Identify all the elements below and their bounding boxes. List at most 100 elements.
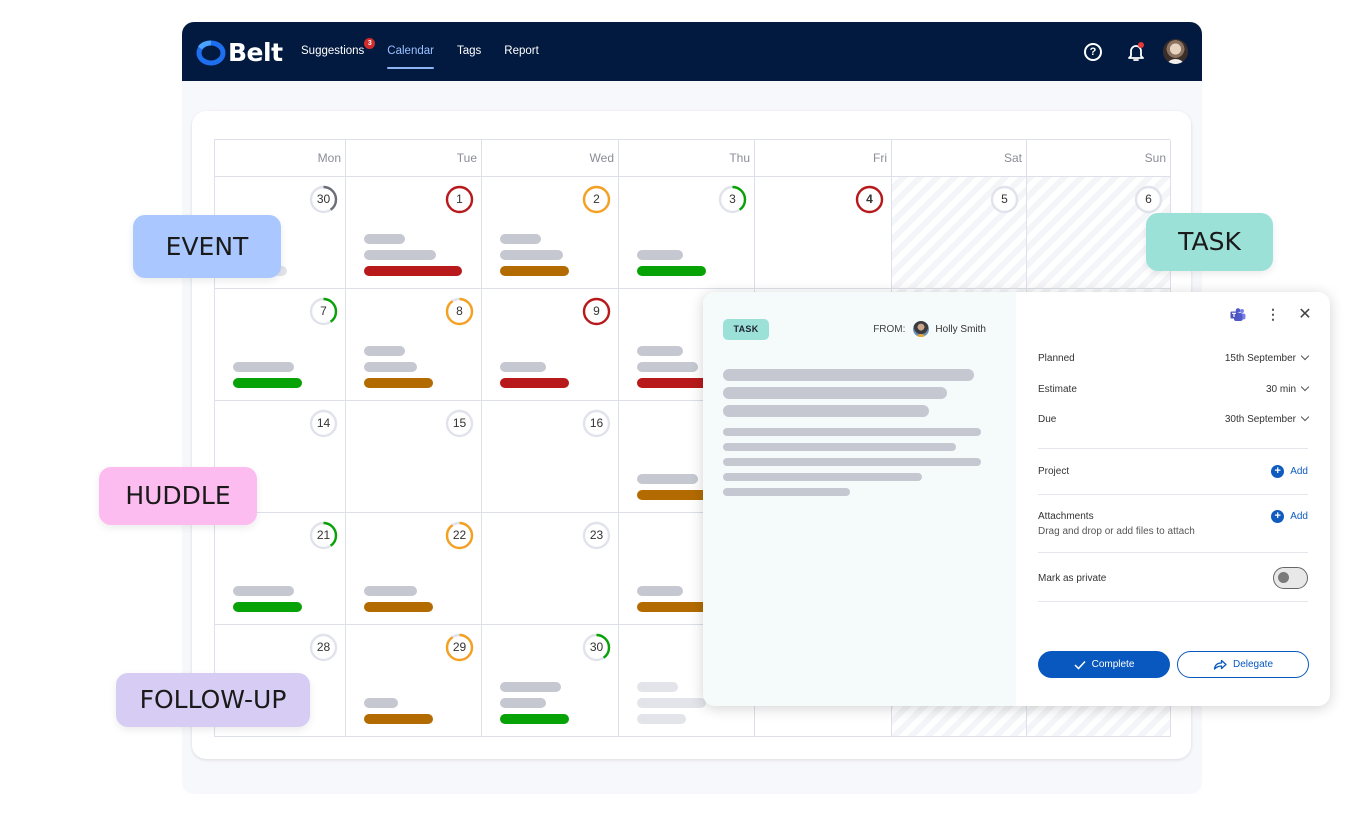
- event-bar[interactable]: [500, 234, 541, 244]
- day-progress-ring: 29: [445, 633, 474, 662]
- nav-calendar[interactable]: Calendar: [387, 22, 434, 81]
- day-progress-ring: 4: [855, 185, 884, 214]
- add-attachment-button[interactable]: + Add: [1271, 509, 1308, 523]
- calendar-day-cell[interactable]: 30: [482, 625, 619, 737]
- day-progress-ring: 5: [990, 185, 1019, 214]
- calendar-day-cell[interactable]: 7: [215, 289, 346, 401]
- event-bar[interactable]: [637, 362, 699, 372]
- calendar-day-cell[interactable]: 2: [482, 177, 619, 289]
- close-icon[interactable]: ✕: [1298, 307, 1312, 323]
- event-bar[interactable]: [364, 346, 405, 356]
- event-bar[interactable]: [500, 250, 563, 260]
- calendar-day-cell[interactable]: 15: [346, 401, 482, 513]
- more-options-icon[interactable]: ⋮: [1265, 307, 1281, 323]
- day-progress-ring: 8: [445, 297, 474, 326]
- weekday-thu: Thu: [619, 140, 755, 177]
- task-label: TASK: [1146, 213, 1273, 271]
- event-bar[interactable]: [233, 602, 303, 612]
- estimate-dropdown[interactable]: 30 min: [1266, 382, 1310, 395]
- event-bar[interactable]: [500, 362, 547, 372]
- nav-tags[interactable]: Tags: [457, 22, 481, 81]
- event-bars: [364, 228, 462, 276]
- planned-field: Planned 15th September: [1038, 348, 1310, 368]
- notification-dot: [1138, 41, 1144, 48]
- calendar-day-cell[interactable]: 21: [215, 513, 346, 625]
- project-label: Project: [1038, 465, 1070, 477]
- calendar-day-cell[interactable]: 8: [346, 289, 482, 401]
- event-bar[interactable]: [500, 714, 570, 724]
- event-bar[interactable]: [364, 714, 434, 724]
- day-progress-ring: 1: [445, 185, 474, 214]
- event-bar[interactable]: [233, 362, 295, 372]
- calendar-day-cell[interactable]: 4: [755, 177, 892, 289]
- belt-logo[interactable]: Belt: [196, 38, 283, 67]
- event-bar[interactable]: [364, 698, 398, 708]
- event-bar[interactable]: [364, 250, 437, 260]
- calendar-day-cell[interactable]: 3: [619, 177, 755, 289]
- add-project-button[interactable]: + Add: [1271, 464, 1308, 478]
- day-progress-ring: 23: [582, 521, 611, 550]
- event-bar[interactable]: [364, 586, 418, 596]
- event-bar[interactable]: [637, 250, 684, 260]
- delegate-button[interactable]: Delegate: [1177, 651, 1309, 678]
- weekday-sat: Sat: [892, 140, 1027, 177]
- nav-suggestions[interactable]: Suggestions 3: [301, 22, 376, 81]
- event-bar[interactable]: [233, 378, 303, 388]
- event-bars: [364, 340, 434, 388]
- text-placeholder-line: [723, 443, 956, 451]
- event-bar[interactable]: [364, 378, 434, 388]
- calendar-day-cell[interactable]: 9: [482, 289, 619, 401]
- task-type-chip: TASK: [723, 319, 769, 340]
- event-bar[interactable]: [500, 266, 570, 276]
- event-bar[interactable]: [500, 378, 570, 388]
- task-content-pane: TASK FROM: Holly Smith: [703, 292, 1016, 706]
- day-number: 29: [452, 640, 467, 654]
- event-bar[interactable]: [364, 234, 405, 244]
- event-bar[interactable]: [637, 586, 684, 596]
- bell-icon[interactable]: [1127, 41, 1145, 62]
- event-bar[interactable]: [364, 602, 434, 612]
- avatar[interactable]: [1163, 39, 1188, 64]
- text-placeholder-line: [723, 473, 922, 481]
- brand-name: Belt: [228, 38, 283, 67]
- event-bar[interactable]: [637, 698, 707, 708]
- event-bar[interactable]: [637, 346, 684, 356]
- event-bar[interactable]: [500, 682, 562, 692]
- event-bar[interactable]: [364, 266, 462, 276]
- event-bar[interactable]: [233, 586, 295, 596]
- from-label: FROM:: [873, 323, 906, 335]
- calendar-day-cell[interactable]: 23: [482, 513, 619, 625]
- private-toggle[interactable]: [1273, 567, 1308, 589]
- calendar-day-cell[interactable]: 29: [346, 625, 482, 737]
- panel-actions: ⋮ ✕: [1230, 307, 1312, 323]
- event-bar[interactable]: [637, 714, 686, 724]
- nav-report[interactable]: Report: [504, 22, 539, 81]
- event-bar[interactable]: [637, 682, 678, 692]
- calendar-day-cell[interactable]: 1: [346, 177, 482, 289]
- event-bar[interactable]: [500, 698, 547, 708]
- weekday-tue: Tue: [346, 140, 482, 177]
- day-number: 23: [589, 528, 604, 542]
- private-label: Mark as private: [1038, 572, 1107, 584]
- help-icon[interactable]: ?: [1084, 42, 1102, 61]
- day-number: 30: [589, 640, 604, 654]
- event-bar[interactable]: [637, 474, 699, 484]
- event-bars: [500, 676, 570, 724]
- teams-icon[interactable]: [1230, 308, 1246, 322]
- day-number: 3: [729, 192, 736, 206]
- calendar-day-cell[interactable]: 5: [892, 177, 1027, 289]
- private-field: Mark as private: [1038, 566, 1308, 590]
- planned-dropdown[interactable]: 15th September: [1224, 351, 1310, 364]
- weekday-sun: Sun: [1027, 140, 1171, 177]
- due-dropdown[interactable]: 30th September: [1225, 412, 1310, 425]
- calendar-day-cell[interactable]: 22: [346, 513, 482, 625]
- calendar-day-cell[interactable]: 16: [482, 401, 619, 513]
- planned-value: 15th September: [1224, 352, 1296, 364]
- event-bars: [500, 356, 570, 388]
- day-number: 15: [452, 416, 467, 430]
- day-number: 4: [866, 192, 873, 206]
- complete-button[interactable]: Complete: [1038, 651, 1170, 678]
- event-bar[interactable]: [364, 362, 418, 372]
- sender-name[interactable]: Holly Smith: [935, 324, 986, 335]
- event-bar[interactable]: [637, 266, 707, 276]
